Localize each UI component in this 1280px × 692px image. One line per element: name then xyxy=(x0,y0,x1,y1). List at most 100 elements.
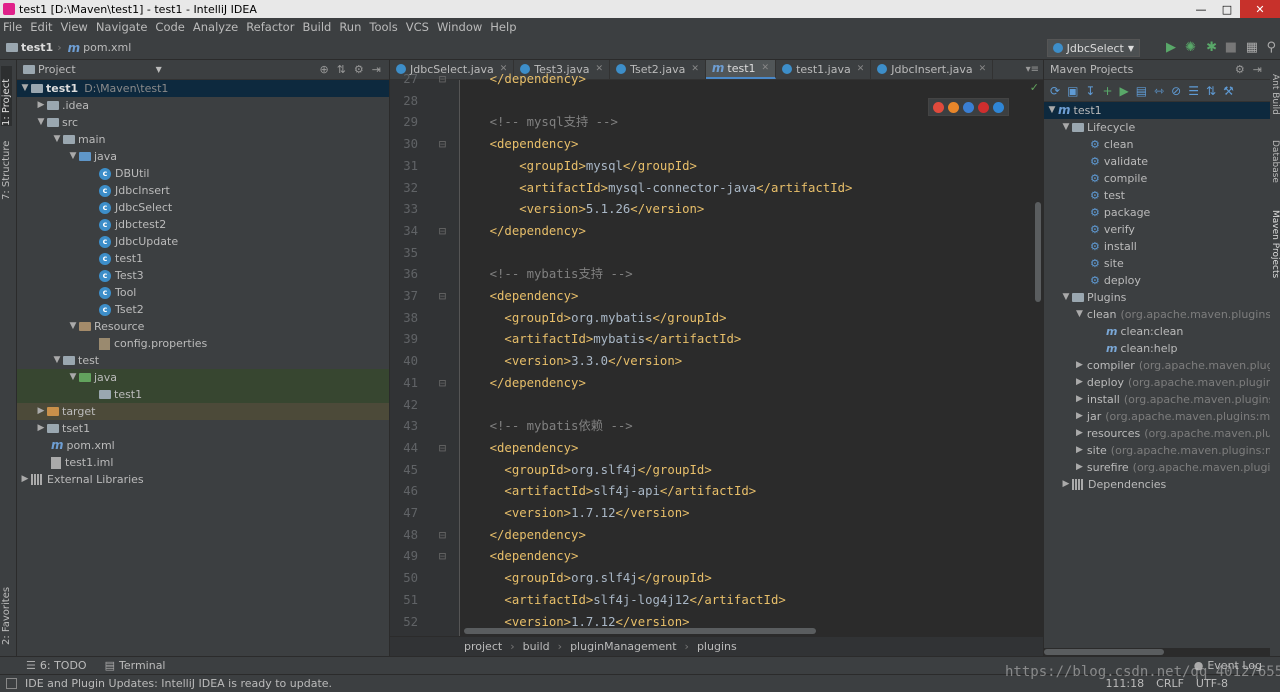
database-tool-tab[interactable]: Database xyxy=(1270,140,1280,183)
locate-icon[interactable]: ⊕ xyxy=(319,63,328,76)
run-goal-icon[interactable]: ▶ xyxy=(1120,84,1129,98)
lifecycle-phase[interactable]: ⚙ test xyxy=(1044,187,1270,204)
menu-analyze[interactable]: Analyze xyxy=(193,20,238,34)
lifecycle-phase[interactable]: ⚙ install xyxy=(1044,238,1270,255)
hide-icon[interactable]: ⇥ xyxy=(1253,63,1262,76)
menu-refactor[interactable]: Refactor xyxy=(246,20,294,34)
tree-item-iml[interactable]: test1.iml xyxy=(17,454,389,471)
ant-build-tool-tab[interactable]: Ant Build xyxy=(1270,74,1280,115)
nav-crumb-project[interactable]: test1 xyxy=(6,41,53,54)
menu-navigate[interactable]: Navigate xyxy=(96,20,148,34)
stop-icon[interactable]: ■ xyxy=(1225,40,1237,55)
tree-item-tset1[interactable]: ▶ tset1 xyxy=(17,420,389,437)
gear-icon[interactable]: ⚙ xyxy=(354,63,364,76)
code-line[interactable]: 48 ⊟ </dependency> xyxy=(390,525,1040,547)
maven-lifecycle[interactable]: ▼ Lifecycle xyxy=(1044,119,1270,136)
fold-marker-icon[interactable]: ⊟ xyxy=(424,69,460,91)
tree-item-class[interactable]: c JdbcUpdate xyxy=(17,233,389,250)
fold-marker-icon[interactable]: ⊟ xyxy=(424,286,460,308)
status-message[interactable]: IDE and Plugin Updates: IntelliJ IDEA is… xyxy=(25,677,332,690)
reimport-icon[interactable]: ⟳ xyxy=(1050,84,1060,98)
maven-plugin[interactable]: ▶ jar (org.apache.maven.plugins:mav xyxy=(1044,408,1270,425)
skip-tests-icon[interactable]: ⊘ xyxy=(1171,84,1181,98)
fold-marker-icon[interactable]: ⊟ xyxy=(424,134,460,156)
maven-plugin[interactable]: ▶ site (org.apache.maven.plugins:ma xyxy=(1044,442,1270,459)
menu-view[interactable]: View xyxy=(61,20,88,34)
fold-marker-icon[interactable]: ⊟ xyxy=(424,546,460,568)
code-line[interactable]: 41 ⊟ </dependency> xyxy=(390,373,1040,395)
fold-marker-icon[interactable]: ⊟ xyxy=(424,221,460,243)
wrench-icon[interactable]: ⚒ xyxy=(1223,84,1234,98)
maven-dependencies[interactable]: ▶ Dependencies xyxy=(1044,476,1270,493)
tree-item-properties[interactable]: config.properties xyxy=(17,335,389,352)
code-line[interactable]: 39 <artifactId>mybatis</artifactId> xyxy=(390,329,1040,351)
tree-item-class[interactable]: c Tool xyxy=(17,284,389,301)
menu-code[interactable]: Code xyxy=(155,20,184,34)
project-structure-icon[interactable]: ▦ xyxy=(1246,40,1258,55)
favorites-tool-tab[interactable]: 2: Favorites xyxy=(1,585,12,645)
plugin-goal[interactable]: m clean:help xyxy=(1044,340,1270,357)
fold-marker-icon[interactable]: ⊟ xyxy=(424,525,460,547)
terminal-tool-button[interactable]: Terminal xyxy=(119,659,166,672)
code-line[interactable]: 37 ⊟ <dependency> xyxy=(390,286,1040,308)
structure-tool-tab[interactable]: 7: Structure xyxy=(1,140,12,200)
lifecycle-phase[interactable]: ⚙ verify xyxy=(1044,221,1270,238)
menu-build[interactable]: Build xyxy=(302,20,331,34)
add-icon[interactable]: + xyxy=(1102,84,1112,98)
lifecycle-phase[interactable]: ⚙ compile xyxy=(1044,170,1270,187)
view-select-chevron-icon[interactable]: ▼ xyxy=(156,65,162,74)
tool-windows-toggle-icon[interactable] xyxy=(6,678,17,689)
coverage-icon[interactable]: ✱ xyxy=(1206,40,1217,55)
tree-item-class[interactable]: c Test3 xyxy=(17,267,389,284)
horizontal-scrollbar[interactable] xyxy=(464,628,816,634)
menu-vcs[interactable]: VCS xyxy=(406,20,429,34)
maven-root[interactable]: ▼ m test1 xyxy=(1044,102,1270,119)
tree-item-test1-package[interactable]: test1 xyxy=(17,386,389,403)
lifecycle-phase[interactable]: ⚙ deploy xyxy=(1044,272,1270,289)
generate-sources-icon[interactable]: ▣ xyxy=(1067,84,1078,98)
code-line[interactable]: 38 <groupId>org.mybatis</groupId> xyxy=(390,308,1040,330)
tree-item-class[interactable]: c DBUtil xyxy=(17,165,389,182)
tree-item-target[interactable]: ▶ target xyxy=(17,403,389,420)
download-icon[interactable]: ↧ xyxy=(1085,84,1095,98)
maven-plugin[interactable]: ▶ deploy (org.apache.maven.plugins xyxy=(1044,374,1270,391)
menu-file[interactable]: File xyxy=(3,20,22,34)
code-line[interactable]: 27 ⊟ </dependency> xyxy=(390,69,1040,91)
breadcrumb-build[interactable]: build xyxy=(523,640,550,653)
lifecycle-phase[interactable]: ⚙ package xyxy=(1044,204,1270,221)
vertical-scrollbar[interactable] xyxy=(1035,202,1041,302)
maven-plugin[interactable]: ▶ install (org.apache.maven.plugins:r xyxy=(1044,391,1270,408)
safari-icon[interactable] xyxy=(963,101,974,113)
breadcrumb-project[interactable]: project xyxy=(464,640,502,653)
tree-item-class[interactable]: c JdbcInsert xyxy=(17,182,389,199)
close-button[interactable]: ✕ xyxy=(1240,0,1280,18)
maven-plugin[interactable]: ▶ resources (org.apache.maven.plug xyxy=(1044,425,1270,442)
maven-horizontal-scrollbar[interactable] xyxy=(1044,649,1164,655)
menu-help[interactable]: Help xyxy=(490,20,516,34)
tree-item-main[interactable]: ▼ main xyxy=(17,131,389,148)
search-everywhere-icon[interactable]: ⚲ xyxy=(1266,40,1276,55)
fold-marker-icon[interactable]: ⊟ xyxy=(424,438,460,460)
plugin-goal[interactable]: m clean:clean xyxy=(1044,323,1270,340)
tree-item-pom[interactable]: m pom.xml xyxy=(17,437,389,454)
maximize-button[interactable]: □ xyxy=(1214,0,1240,18)
hide-icon[interactable]: ⇥ xyxy=(372,63,381,76)
maven-plugin[interactable]: ▶ surefire (org.apache.maven.plugin xyxy=(1044,459,1270,476)
lifecycle-phase[interactable]: ⚙ site xyxy=(1044,255,1270,272)
lifecycle-phase[interactable]: ⚙ validate xyxy=(1044,153,1270,170)
code-line[interactable]: 44 ⊟ <dependency> xyxy=(390,438,1040,460)
code-line[interactable]: 34 ⊟ </dependency> xyxy=(390,221,1040,243)
menu-tools[interactable]: Tools xyxy=(369,20,397,34)
fold-marker-icon[interactable]: ⊟ xyxy=(424,373,460,395)
menu-run[interactable]: Run xyxy=(339,20,361,34)
todo-tool-button[interactable]: 6: TODO xyxy=(40,659,87,672)
tree-item-class[interactable]: c test1 xyxy=(17,250,389,267)
code-line[interactable]: 46 <artifactId>slf4j-api</artifactId> xyxy=(390,481,1040,503)
code-line[interactable]: 33 <version>5.1.26</version> xyxy=(390,199,1040,221)
code-line[interactable]: 50 <groupId>org.slf4j</groupId> xyxy=(390,568,1040,590)
ie-icon[interactable] xyxy=(993,101,1004,113)
maven-plugins[interactable]: ▼ Plugins xyxy=(1044,289,1270,306)
toggle-offline-icon[interactable]: ⇿ xyxy=(1154,84,1164,98)
execute-goal-icon[interactable]: ▤ xyxy=(1136,84,1147,98)
menu-window[interactable]: Window xyxy=(437,20,482,34)
